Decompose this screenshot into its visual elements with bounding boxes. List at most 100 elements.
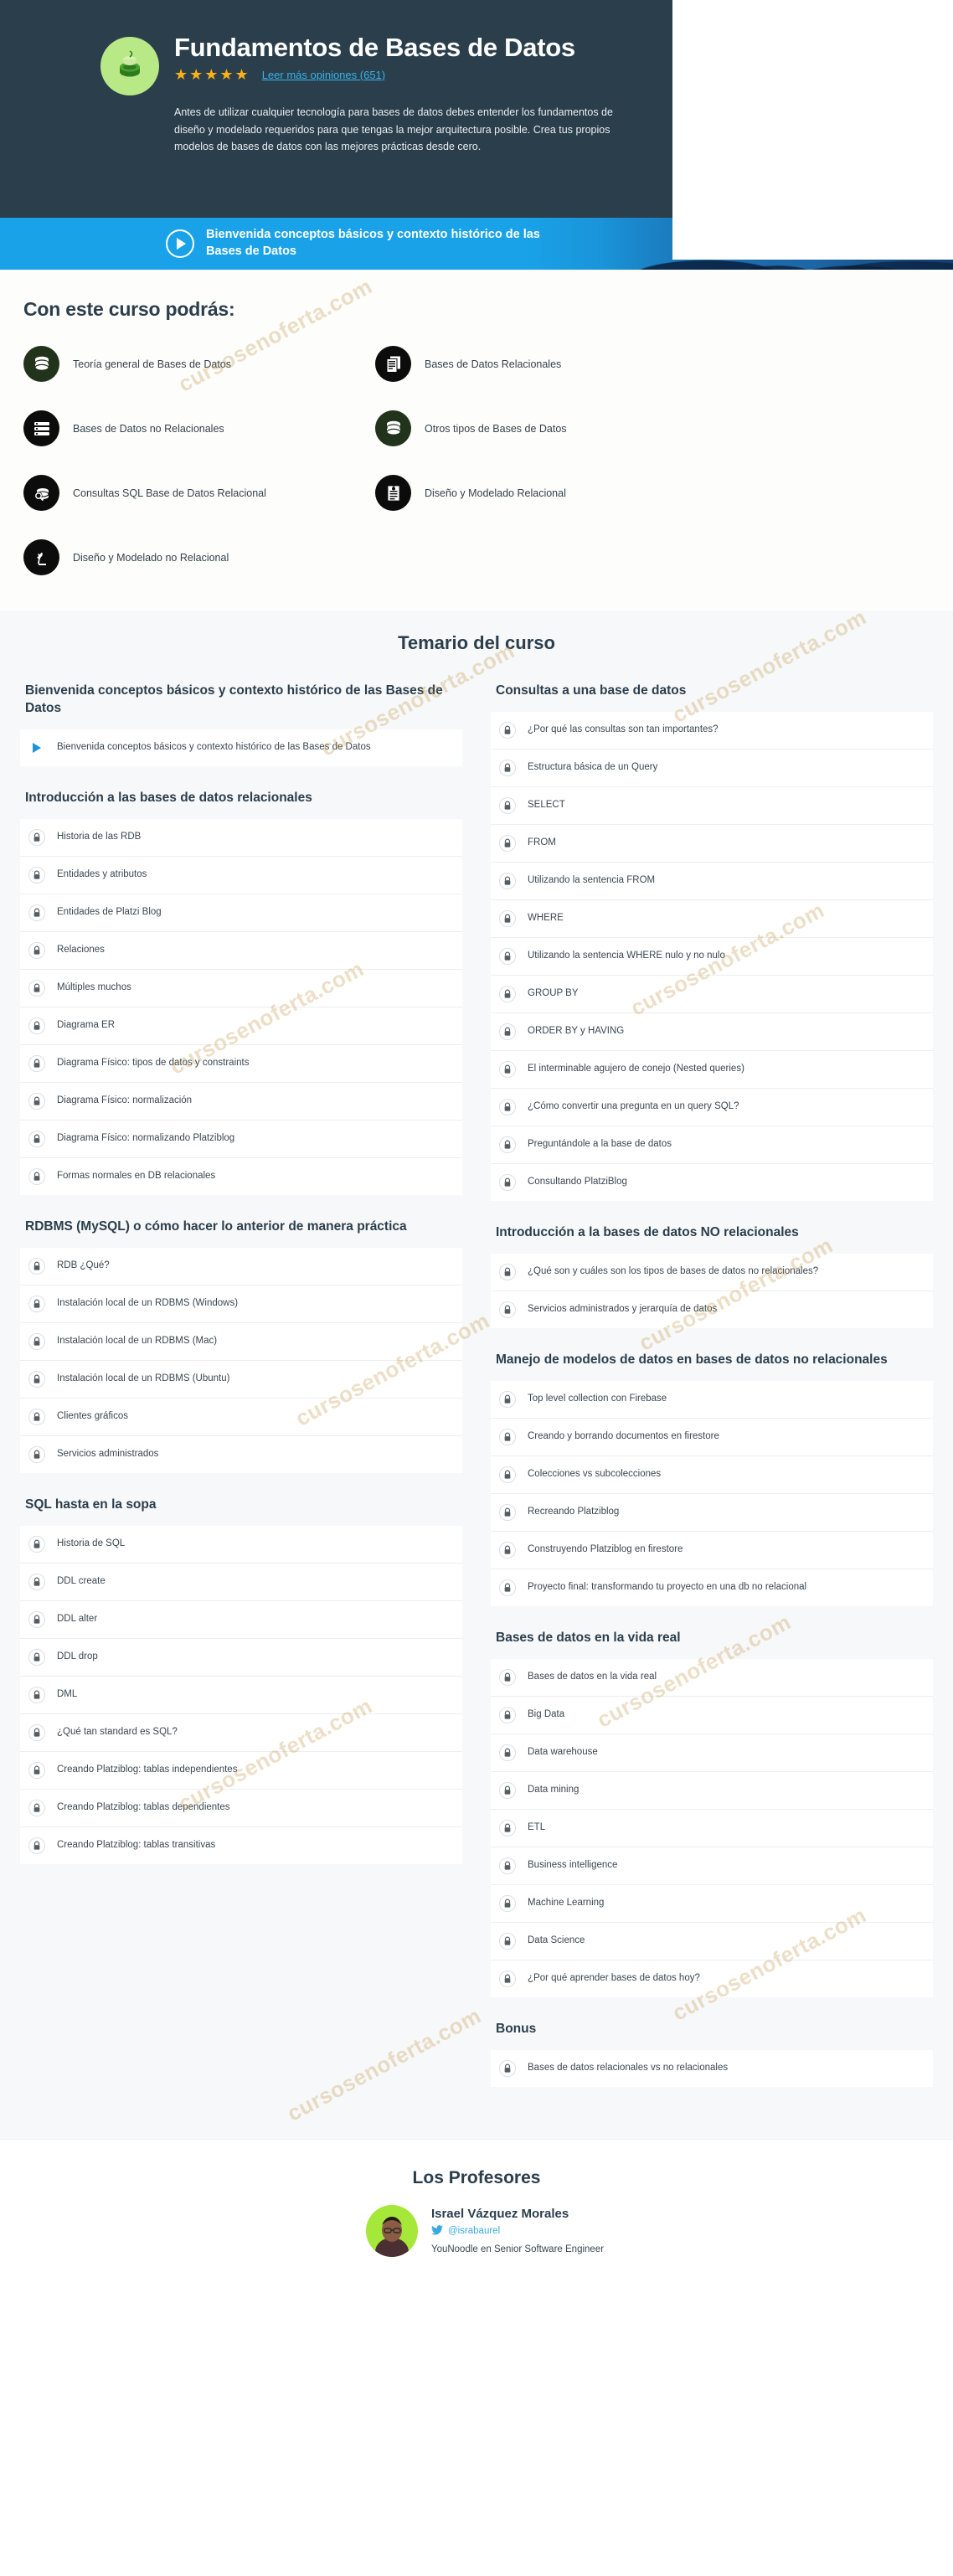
lesson-row[interactable]: Data warehouse (491, 1734, 933, 1772)
lock-icon (28, 1573, 45, 1590)
lesson-row[interactable]: Data Science (491, 1922, 933, 1960)
lesson-row[interactable]: Servicios administrados (20, 1435, 462, 1473)
star-rating-icon: ★★★★★ (174, 66, 250, 84)
lesson-row[interactable]: Entidades y atributos (20, 856, 462, 894)
lock-icon (499, 1023, 516, 1040)
lesson-row[interactable]: Creando Platziblog: tablas independiente… (20, 1751, 462, 1790)
syllabus-module: RDBMS (MySQL) o cómo hacer lo anterior d… (20, 1213, 462, 1473)
teacher-twitter-link[interactable]: @israbaurel (430, 2224, 604, 2238)
lesson-label: Diagrama Físico: tipos de datos y constr… (57, 1058, 250, 1068)
lesson-row[interactable]: Múltiples muchos (20, 969, 462, 1007)
lock-icon (499, 1781, 516, 1799)
lesson-row[interactable]: Bienvenida conceptos básicos y contexto … (20, 729, 462, 766)
lesson-row[interactable]: ETL (491, 1809, 933, 1847)
lesson-row[interactable]: Data mining (491, 1771, 933, 1810)
lesson-row[interactable]: Preguntándole a la base de datos (491, 1126, 933, 1164)
play-circle-icon[interactable] (166, 229, 194, 258)
teacher-name: Israel Vázquez Morales (430, 2206, 569, 2221)
chess-knight-icon (23, 539, 59, 575)
lesson-row[interactable]: Historia de SQL (20, 1525, 462, 1564)
lesson-row[interactable]: Creando y borrando documentos en firesto… (491, 1418, 933, 1456)
lesson-row[interactable]: Bases de datos relacionales vs no relaci… (491, 2049, 933, 2087)
lesson-row[interactable]: RDB ¿Qué? (20, 1247, 462, 1285)
lesson-label: El interminable agujero de conejo (Neste… (528, 1064, 744, 1074)
lesson-label: Creando Platziblog: tablas dependientes (57, 1801, 230, 1812)
lesson-row[interactable]: DDL create (20, 1563, 462, 1601)
lesson-row[interactable]: El interminable agujero de conejo (Neste… (491, 1050, 933, 1089)
lesson-row[interactable]: Relaciones (20, 931, 462, 970)
teachers-section: Los Profesores Israel Vázquez Morales @i… (0, 2138, 953, 2282)
lesson-row[interactable]: Utilizando la sentencia WHERE nulo y no … (491, 937, 933, 976)
lesson-label: DDL drop (57, 1651, 98, 1662)
lesson-row[interactable]: Big Data (491, 1696, 933, 1734)
lesson-label: Machine Learning (528, 1897, 605, 1908)
benefit-item: Otros tipos de Bases de Datos (375, 410, 727, 446)
lesson-row[interactable]: Diagrama Físico: tipos de datos y constr… (20, 1044, 462, 1083)
lesson-row[interactable]: Top level collection con Firebase (491, 1380, 933, 1419)
lesson-row[interactable]: WHERE (491, 899, 933, 938)
lesson-row[interactable]: Utilizando la sentencia FROM (491, 862, 933, 900)
lesson-list: ¿Por qué las consultas son tan important… (491, 711, 933, 1201)
lesson-row[interactable]: Colecciones vs subcolecciones (491, 1455, 933, 1494)
lesson-row[interactable]: Consultando PlatziBlog (491, 1163, 933, 1201)
lesson-label: Diagrama ER (57, 1020, 116, 1030)
lesson-row[interactable]: Diagrama ER (20, 1007, 462, 1045)
reviews-link[interactable]: Leer más opiniones (651) (262, 69, 385, 81)
syllabus-right-column: Consultas a una base de datos ¿Por qué la… (491, 677, 933, 2105)
lesson-row[interactable]: DDL alter (20, 1600, 462, 1639)
lock-icon (499, 1136, 516, 1153)
lesson-row[interactable]: ¿Cómo convertir una pregunta en un query… (491, 1088, 933, 1126)
lesson-row[interactable]: ¿Qué tan standard es SQL? (20, 1713, 462, 1752)
lesson-row[interactable]: SELECT (491, 786, 933, 825)
lesson-label: SELECT (528, 800, 565, 811)
lesson-row[interactable]: Machine Learning (491, 1884, 933, 1923)
lesson-label: Diagrama Físico: normalización (57, 1095, 193, 1105)
lock-icon (28, 1761, 45, 1779)
lesson-row[interactable]: Creando Platziblog: tablas dependientes (20, 1789, 462, 1827)
lock-icon (28, 866, 45, 884)
lesson-row[interactable]: Creando Platziblog: tablas transitivas (20, 1826, 462, 1864)
lesson-row[interactable]: ¿Por qué las consultas son tan important… (491, 711, 933, 750)
lesson-row[interactable]: ORDER BY y HAVING (491, 1012, 933, 1051)
lesson-label: ORDER BY y HAVING (528, 1026, 625, 1037)
benefit-item: Bases de Datos Relacionales (375, 346, 727, 382)
benefit-label: Diseño y Modelado Relacional (425, 487, 566, 499)
video-player-placeholder[interactable] (672, 0, 953, 260)
module-title: RDBMS (MySQL) o cómo hacer lo anterior d… (25, 1218, 407, 1234)
lesson-row[interactable]: ¿Por qué aprender bases de datos hoy? (491, 1960, 933, 1997)
lesson-row[interactable]: Recreando Platziblog (491, 1493, 933, 1532)
lesson-row[interactable]: Proyecto final: transformando tu proyect… (491, 1569, 933, 1606)
lesson-list: Top level collection con Firebase Creando… (491, 1380, 933, 1606)
lesson-row[interactable]: Clientes gráficos (20, 1398, 462, 1436)
hero-section: Fundamentos de Bases de Datos ★★★★★ Leer… (0, 0, 953, 260)
syllabus-module: Consultas a una base de datos ¿Por qué la… (491, 677, 933, 1201)
lesson-label: Formas normales en DB relacionales (57, 1171, 216, 1181)
lesson-label: Clientes gráficos (57, 1410, 129, 1421)
lesson-row[interactable]: Diagrama Físico: normalizando Platziblog (20, 1120, 462, 1158)
lesson-label: Utilizando la sentencia FROM (528, 875, 656, 886)
lesson-row[interactable]: Construyendo Platziblog en firestore (491, 1531, 933, 1569)
lesson-row[interactable]: GROUP BY (491, 975, 933, 1013)
lesson-row[interactable]: Diagrama Físico: normalización (20, 1082, 462, 1121)
lesson-label: ¿Qué son y cuáles son los tipos de bases… (528, 1266, 819, 1277)
lesson-row[interactable]: ¿Qué son y cuáles son los tipos de bases… (491, 1253, 933, 1291)
module-title: Manejo de modelos de datos en bases de d… (496, 1352, 888, 1367)
lesson-row[interactable]: Formas normales en DB relacionales (20, 1157, 462, 1195)
lesson-row[interactable]: Estructura básica de un Query (491, 749, 933, 787)
lesson-row[interactable]: Historia de las RDB (20, 818, 462, 857)
lesson-row[interactable]: Business intelligence (491, 1847, 933, 1885)
lesson-row[interactable]: Bases de datos en la vida real (491, 1658, 933, 1697)
lesson-row[interactable]: Entidades de Platzi Blog (20, 894, 462, 932)
lesson-row[interactable]: DML (20, 1676, 462, 1714)
lock-icon (499, 947, 516, 965)
lesson-row[interactable]: FROM (491, 824, 933, 863)
lesson-row[interactable]: DDL drop (20, 1638, 462, 1677)
module-title: Consultas a una base de datos (496, 683, 687, 698)
lesson-label: ¿Qué tan standard es SQL? (57, 1726, 178, 1737)
teacher-role: YouNoodle en Senior Software Engineer (430, 2244, 605, 2254)
lesson-row[interactable]: Servicios administrados y jerarquía de d… (491, 1291, 933, 1328)
lesson-row[interactable]: Instalación local de un RDBMS (Mac) (20, 1322, 462, 1361)
lesson-row[interactable]: Instalación local de un RDBMS (Windows) (20, 1285, 462, 1323)
lock-icon (499, 2059, 516, 2077)
lesson-row[interactable]: Instalación local de un RDBMS (Ubuntu) (20, 1360, 462, 1399)
